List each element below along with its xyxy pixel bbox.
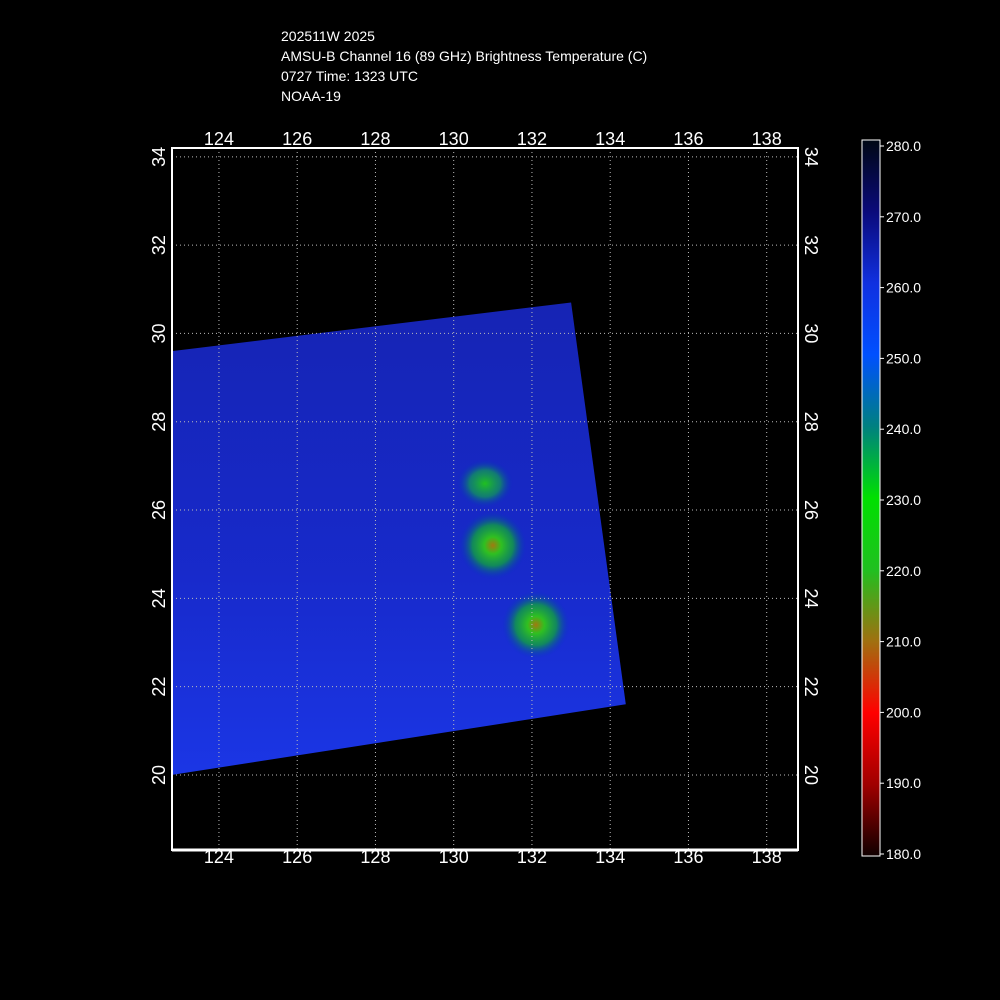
lon-label-top: 126	[282, 129, 312, 149]
colorbar-label: 260.0	[886, 280, 921, 296]
lat-label-right: 22	[801, 677, 821, 697]
lat-label-left: 26	[149, 500, 169, 520]
lat-ticks-left: 34 32 30 28 26 24 22 20	[149, 147, 169, 785]
colorbar-label: 250.0	[886, 350, 921, 366]
lat-ticks-right: 34 32 30 28 26 24 22 20	[801, 147, 821, 785]
map-plot: 124 126 128 130 132 134 136 138 124 126 128 130 132…	[149, 129, 921, 867]
lat-label-right: 20	[801, 765, 821, 785]
lat-label-left: 34	[149, 147, 169, 167]
cold-core-2	[458, 511, 527, 580]
cold-core-1	[457, 459, 513, 508]
lon-label-bottom: 126	[282, 847, 312, 867]
colorbar-label: 180.0	[886, 846, 921, 862]
colorbar-label: 280.0	[886, 138, 921, 154]
lon-label-top: 134	[595, 129, 625, 149]
lon-label-bottom: 124	[204, 847, 234, 867]
lon-label-top: 124	[204, 129, 234, 149]
satellite-swath	[172, 302, 626, 775]
lat-label-left: 32	[149, 235, 169, 255]
lon-label-top: 132	[517, 129, 547, 149]
lat-label-right: 30	[801, 323, 821, 343]
lon-label-top: 128	[360, 129, 390, 149]
colorbar-label: 230.0	[886, 492, 921, 508]
colorbar-label: 220.0	[886, 563, 921, 579]
lon-label-top: 136	[673, 129, 703, 149]
lat-label-right: 28	[801, 412, 821, 432]
lon-label-bottom: 138	[752, 847, 782, 867]
lon-label-bottom: 134	[595, 847, 625, 867]
lon-label-top: 138	[752, 129, 782, 149]
lon-label-bottom: 128	[360, 847, 390, 867]
lat-label-left: 28	[149, 412, 169, 432]
lon-label-bottom: 130	[439, 847, 469, 867]
colorbar: 280.0 270.0 260.0 250.0 240.0 230.0 220.0 210.0…	[861, 138, 921, 862]
colorbar-label: 270.0	[886, 209, 921, 225]
lon-ticks-top: 124 126 128 130 132 134 136 138	[204, 129, 782, 149]
lat-label-right: 32	[801, 235, 821, 255]
lat-label-right: 26	[801, 500, 821, 520]
lon-label-bottom: 132	[517, 847, 547, 867]
cold-core-3	[501, 590, 570, 659]
colorbar-label: 200.0	[886, 704, 921, 720]
colorbar-label: 210.0	[886, 634, 921, 650]
colorbar-labels: 280.0 270.0 260.0 250.0 240.0 230.0 220.0 210.0…	[880, 138, 921, 862]
lon-label-top: 130	[439, 129, 469, 149]
lat-label-left: 22	[149, 677, 169, 697]
swath-layer	[172, 302, 626, 775]
colorbar-label: 190.0	[886, 775, 921, 791]
colorbar-bar	[861, 139, 881, 857]
lat-label-left: 20	[149, 765, 169, 785]
lat-label-right: 24	[801, 588, 821, 608]
lat-label-left: 24	[149, 588, 169, 608]
colorbar-label: 240.0	[886, 421, 921, 437]
lat-label-right: 34	[801, 147, 821, 167]
lat-label-left: 30	[149, 323, 169, 343]
lon-label-bottom: 136	[673, 847, 703, 867]
